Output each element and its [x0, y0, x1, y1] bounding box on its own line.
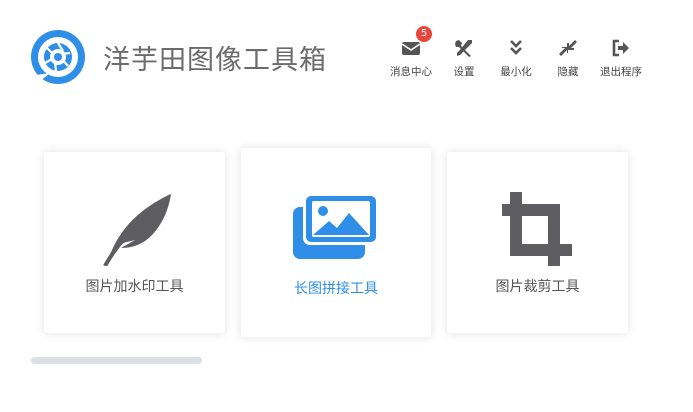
settings-button[interactable]: 设置 — [436, 38, 492, 82]
app-window: 洋芋田图像工具箱 5 消息中心 设置 最小化 隐藏 退出程序 图片加水印工具 长… — [0, 0, 693, 412]
window-toolbar: 5 消息中心 设置 最小化 隐藏 退出程序 — [0, 26, 693, 82]
message-center-button[interactable]: 5 消息中心 — [383, 26, 439, 82]
hide-label: 隐藏 — [557, 66, 579, 78]
watermark-tool-label: 图片加水印工具 — [85, 279, 184, 295]
image-crop-tool-card[interactable]: 图片裁剪工具 — [447, 152, 628, 333]
compress-icon — [559, 40, 577, 56]
images-icon — [293, 193, 379, 259]
image-crop-tool-label: 图片裁剪工具 — [495, 279, 580, 295]
exit-label: 退出程序 — [600, 66, 642, 78]
horizontal-scrollbar[interactable] — [31, 357, 202, 364]
exit-button[interactable]: 退出程序 — [593, 38, 649, 82]
watermark-tool-card[interactable]: 图片加水印工具 — [44, 152, 225, 333]
tools-icon — [455, 40, 472, 57]
unread-badge: 5 — [416, 26, 432, 42]
sign-out-icon — [612, 39, 629, 57]
settings-label: 设置 — [453, 66, 475, 78]
crop-icon — [501, 192, 572, 266]
feather-icon — [102, 194, 171, 266]
minimize-button[interactable]: 最小化 — [488, 38, 544, 82]
envelope-icon — [401, 42, 421, 55]
double-chevron-down-icon — [510, 40, 522, 55]
long-image-stitch-tool-label: 长图拼接工具 — [294, 281, 378, 297]
minimize-label: 最小化 — [500, 66, 532, 78]
message-center-label: 消息中心 — [390, 66, 432, 78]
long-image-stitch-tool-card[interactable]: 长图拼接工具 — [241, 148, 431, 337]
hide-button[interactable]: 隐藏 — [540, 38, 596, 82]
